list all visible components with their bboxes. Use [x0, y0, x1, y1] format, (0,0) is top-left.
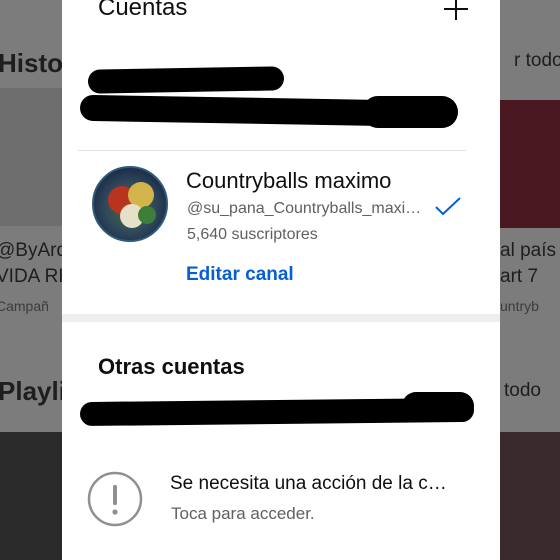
- action-required-subtitle: Toca para acceder.: [171, 504, 315, 523]
- other-accounts-title: Otras cuentas: [98, 354, 245, 379]
- background-video-title-4: art 7: [500, 266, 539, 287]
- checkmark-icon: [435, 197, 461, 216]
- background-left-panel: Histor @ByArd VIDA RI Campañ Playlis: [0, 0, 80, 560]
- channel-name[interactable]: Countryballs maximo: [186, 168, 391, 194]
- background-thumbnail-2: [0, 432, 62, 560]
- edit-channel-link[interactable]: Editar canal: [186, 264, 294, 286]
- background-video-meta-2: untryb: [500, 298, 539, 314]
- background-see-all-2: todo: [504, 380, 541, 401]
- background-right-panel: r todo al país art 7 untryb todo: [500, 0, 560, 560]
- exclamation-circle-icon: [87, 471, 143, 527]
- background-video-meta: Campañ: [0, 298, 49, 314]
- plus-icon[interactable]: [440, 0, 472, 26]
- avatar[interactable]: [92, 166, 168, 242]
- background-video-title-2: VIDA RI: [0, 266, 64, 287]
- background-thumbnail: [0, 88, 62, 226]
- background-thumbnail-red: [500, 100, 560, 228]
- subscriber-count: 5,640 suscriptores: [187, 226, 318, 243]
- dialog-title: Cuentas: [98, 0, 188, 21]
- divider: [78, 150, 466, 151]
- channel-handle: @su_pana_Countryballs_maximo: [187, 200, 427, 217]
- background-thumbnail-3: [500, 432, 560, 560]
- background-video-title-3: al país: [500, 240, 556, 261]
- background-video-title-1: @ByArd: [0, 240, 68, 261]
- section-divider: [62, 314, 500, 322]
- background-see-all-1: r todo: [514, 50, 560, 71]
- accounts-dialog: Cuentas Countryballs maximo @su_pana_Cou…: [62, 0, 500, 560]
- action-required-title: Se necesita una acción de la cuenta: [170, 473, 450, 494]
